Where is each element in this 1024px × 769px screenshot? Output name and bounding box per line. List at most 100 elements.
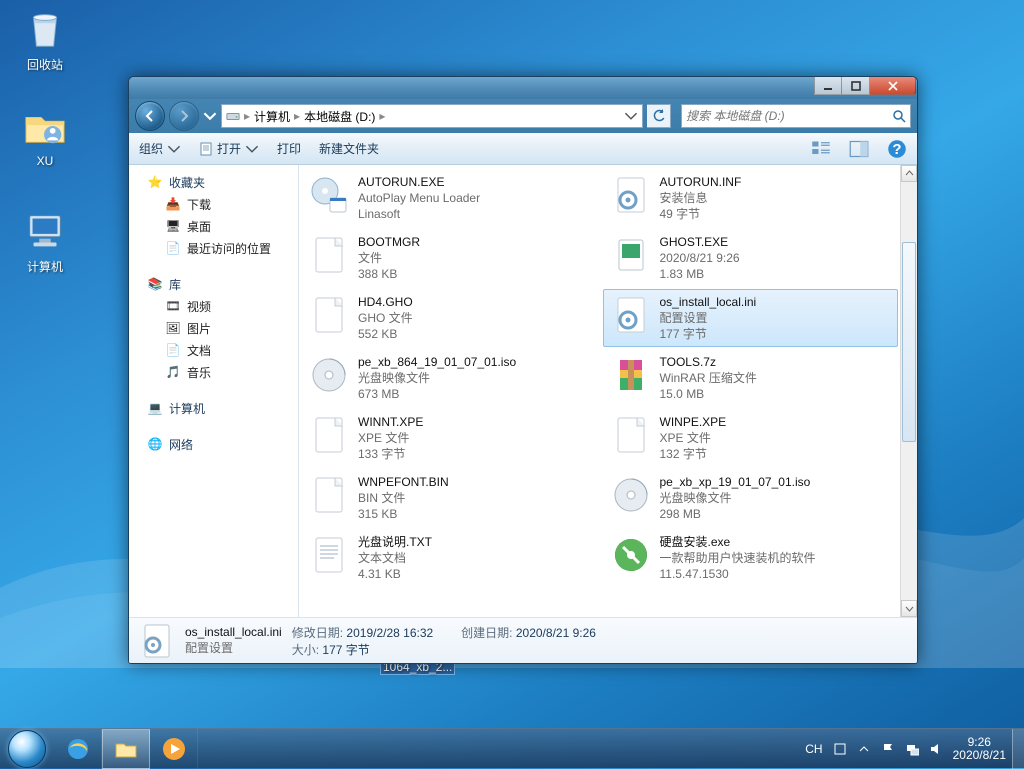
scroll-down-button[interactable] — [901, 600, 917, 617]
svg-text:?: ? — [892, 141, 901, 158]
back-button[interactable] — [135, 101, 165, 131]
file-name: AUTORUN.EXE — [358, 174, 480, 190]
sidebar-computer[interactable]: 💻计算机 — [129, 397, 298, 419]
file-name: AUTORUN.INF — [660, 174, 742, 190]
file-meta: 安装信息 — [660, 190, 742, 206]
chevron-right-icon: ▸ — [294, 109, 300, 123]
file-meta: 光盘映像文件 — [358, 370, 516, 386]
file-item[interactable]: os_install_local.ini配置设置177 字节 — [603, 289, 899, 347]
sidebar-favorites[interactable]: ⭐收藏夹 — [129, 171, 298, 193]
video-icon: 🎞 — [165, 298, 181, 314]
preview-pane-button[interactable] — [849, 139, 869, 159]
file-meta: XPE 文件 — [660, 430, 727, 446]
desktop-icon-folder-xu[interactable]: XU — [8, 104, 82, 168]
file-item[interactable]: WNPEFONT.BINBIN 文件315 KB — [301, 469, 597, 527]
view-options-button[interactable] — [811, 139, 831, 159]
file-item[interactable]: pe_xb_864_19_01_07_01.iso光盘映像文件673 MB — [301, 349, 597, 407]
chevron-right-icon: ▸ — [244, 109, 250, 123]
file-name: WNPEFONT.BIN — [358, 474, 449, 490]
sidebar-videos[interactable]: 🎞视频 — [129, 295, 298, 317]
recent-locations-dropdown[interactable] — [203, 106, 217, 126]
search-box[interactable] — [681, 104, 911, 128]
search-input[interactable] — [686, 109, 892, 123]
file-item[interactable]: 硬盘安装.exe一款帮助用户快速装机的软件11.5.47.1530 — [603, 529, 899, 587]
file-meta: 11.5.47.1530 — [660, 566, 816, 582]
file-type-icon — [610, 354, 652, 396]
file-name: os_install_local.ini — [660, 294, 757, 310]
drive-icon — [226, 109, 240, 123]
address-dropdown-icon[interactable] — [624, 109, 638, 123]
taskbar-pin-ie[interactable] — [54, 729, 102, 769]
ime-tool-icon[interactable] — [833, 742, 847, 756]
file-list[interactable]: AUTORUN.EXEAutoPlay Menu LoaderLinasoftA… — [299, 165, 900, 617]
minimize-button[interactable] — [814, 77, 842, 95]
volume-icon[interactable] — [929, 742, 943, 756]
navigation-pane: ⭐收藏夹 📥下载 🖥桌面 📄最近访问的位置 📚库 🎞视频 🖼图片 📄文档 🎵音乐… — [129, 165, 299, 617]
file-item[interactable]: BOOTMGR文件388 KB — [301, 229, 597, 287]
file-item[interactable]: HD4.GHOGHO 文件552 KB — [301, 289, 597, 347]
file-item[interactable]: pe_xb_xp_19_01_07_01.iso光盘映像文件298 MB — [603, 469, 899, 527]
desktop-icon-computer[interactable]: 计算机 — [8, 208, 82, 275]
ime-indicator[interactable]: CH — [805, 742, 822, 756]
organize-button[interactable]: 组织 — [139, 140, 181, 157]
sidebar-desktop[interactable]: 🖥桌面 — [129, 215, 298, 237]
desktop-icon: 🖥 — [165, 218, 181, 234]
windows-orb-icon — [8, 730, 46, 768]
file-type-icon — [610, 294, 652, 336]
start-button[interactable] — [0, 729, 54, 768]
print-button[interactable]: 打印 — [277, 140, 301, 157]
clock[interactable]: 9:26 2020/8/21 — [953, 736, 1006, 762]
notepad-icon — [199, 142, 213, 156]
file-item[interactable]: AUTORUN.INF安装信息49 字节 — [603, 169, 899, 227]
file-meta: GHO 文件 — [358, 310, 413, 326]
titlebar[interactable] — [129, 77, 917, 99]
forward-button[interactable] — [169, 101, 199, 131]
file-item[interactable]: WINPE.XPEXPE 文件132 字节 — [603, 409, 899, 467]
close-button[interactable] — [870, 77, 916, 95]
network-icon[interactable] — [905, 742, 919, 756]
refresh-button[interactable] — [647, 104, 671, 128]
details-filetype: 配置设置 — [185, 639, 282, 656]
downloads-icon: 📥 — [165, 196, 181, 212]
scroll-up-button[interactable] — [901, 165, 917, 182]
breadcrumb-root[interactable]: 计算机 — [254, 108, 290, 125]
computer-icon: 💻 — [147, 400, 163, 416]
scroll-thumb[interactable] — [902, 242, 916, 442]
file-item[interactable]: 光盘说明.TXT文本文档4.31 KB — [301, 529, 597, 587]
new-folder-button[interactable]: 新建文件夹 — [319, 140, 379, 157]
sidebar-recent[interactable]: 📄最近访问的位置 — [129, 237, 298, 259]
system-tray: CH 9:26 2020/8/21 — [799, 729, 1012, 768]
breadcrumb-drive[interactable]: 本地磁盘 (D:) — [304, 108, 375, 125]
sidebar-downloads[interactable]: 📥下载 — [129, 193, 298, 215]
file-item[interactable]: TOOLS.7zWinRAR 压缩文件15.0 MB — [603, 349, 899, 407]
open-button[interactable]: 打开 — [199, 140, 259, 157]
scroll-track[interactable] — [901, 182, 917, 600]
taskbar-pin-explorer[interactable] — [102, 729, 150, 769]
file-meta: 552 KB — [358, 326, 413, 342]
sidebar-pictures[interactable]: 🖼图片 — [129, 317, 298, 339]
taskbar-pin-mediaplayer[interactable] — [150, 729, 198, 769]
sidebar-network[interactable]: 🌐网络 — [129, 433, 298, 455]
command-bar: 组织 打开 打印 新建文件夹 ? — [129, 133, 917, 165]
help-button[interactable]: ? — [887, 139, 907, 159]
sidebar-documents[interactable]: 📄文档 — [129, 339, 298, 361]
pictures-icon: 🖼 — [165, 320, 181, 336]
star-icon: ⭐ — [147, 174, 163, 190]
file-name: pe_xb_xp_19_01_07_01.iso — [660, 474, 811, 490]
action-flag-icon[interactable] — [881, 742, 895, 756]
file-meta: 文本文档 — [358, 550, 432, 566]
desktop-icon-recycle-bin[interactable]: 回收站 — [8, 6, 82, 73]
file-meta: 1.83 MB — [660, 266, 740, 282]
show-desktop-button[interactable] — [1012, 729, 1024, 769]
sidebar-music[interactable]: 🎵音乐 — [129, 361, 298, 383]
file-item[interactable]: WINNT.XPEXPE 文件133 字节 — [301, 409, 597, 467]
maximize-button[interactable] — [842, 77, 870, 95]
scrollbar[interactable] — [900, 165, 917, 617]
file-type-icon — [308, 474, 350, 516]
file-meta: 光盘映像文件 — [660, 490, 811, 506]
address-bar[interactable]: ▸ 计算机 ▸ 本地磁盘 (D:) ▸ — [221, 104, 643, 128]
file-item[interactable]: GHOST.EXE2020/8/21 9:261.83 MB — [603, 229, 899, 287]
tray-expand-icon[interactable] — [857, 742, 871, 756]
sidebar-libraries[interactable]: 📚库 — [129, 273, 298, 295]
file-item[interactable]: AUTORUN.EXEAutoPlay Menu LoaderLinasoft — [301, 169, 597, 227]
